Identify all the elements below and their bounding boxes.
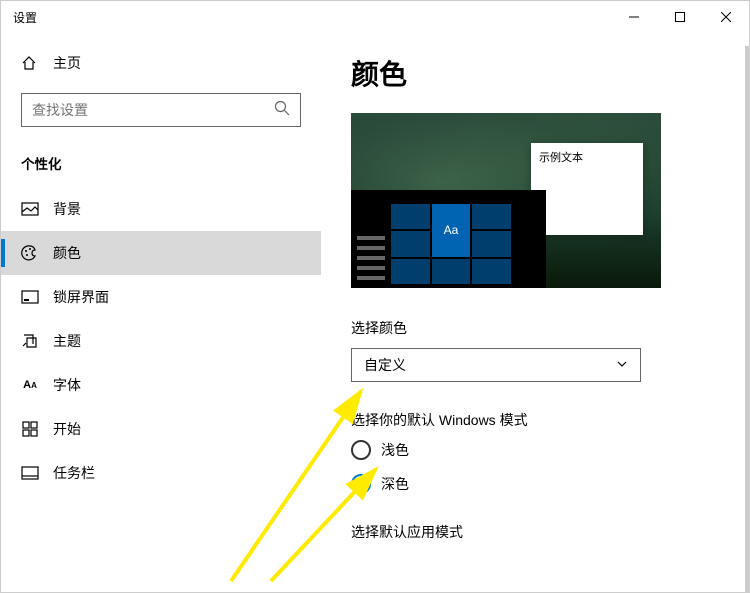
sidebar-item-color[interactable]: 颜色 <box>1 231 321 275</box>
sidebar-item-label: 任务栏 <box>53 463 95 483</box>
preview-taskbar: Aa <box>351 190 546 288</box>
sidebar-item-background[interactable]: 背景 <box>1 187 321 231</box>
color-preview: 示例文本 Aa <box>351 113 661 288</box>
preview-accent-tile: Aa <box>432 204 471 257</box>
maximize-button[interactable] <box>657 1 703 33</box>
sidebar-item-font[interactable]: AA 字体 <box>1 363 321 407</box>
radio-label: 浅色 <box>381 440 409 460</box>
sidebar-item-label: 开始 <box>53 419 81 439</box>
dropdown-value: 自定义 <box>364 355 406 375</box>
window-controls <box>611 1 749 33</box>
home-link[interactable]: 主页 <box>1 45 321 81</box>
color-choice-dropdown[interactable]: 自定义 <box>351 348 641 382</box>
start-icon <box>21 420 39 438</box>
search-input[interactable] <box>32 102 274 118</box>
theme-icon <box>21 332 39 350</box>
preview-sample-window: 示例文本 <box>531 143 643 235</box>
radio-dark-mode[interactable]: 深色 <box>351 474 719 494</box>
scrollbar[interactable] <box>745 46 749 592</box>
sidebar-item-taskbar[interactable]: 任务栏 <box>1 451 321 495</box>
titlebar: 设置 <box>1 1 749 33</box>
taskbar-icon <box>21 464 39 482</box>
font-icon: AA <box>21 379 39 391</box>
home-icon <box>21 55 39 71</box>
radio-icon <box>351 440 371 460</box>
image-icon <box>21 200 39 218</box>
radio-icon <box>351 474 371 494</box>
sidebar-item-label: 主题 <box>53 331 81 351</box>
sidebar-item-label: 字体 <box>53 375 81 395</box>
home-label: 主页 <box>53 53 81 73</box>
sidebar-item-label: 背景 <box>53 199 81 219</box>
search-icon <box>274 100 290 121</box>
sidebar-item-label: 颜色 <box>53 243 81 263</box>
search-box[interactable] <box>21 93 301 127</box>
close-button[interactable] <box>703 1 749 33</box>
lockscreen-icon <box>21 288 39 306</box>
sidebar-item-lockscreen[interactable]: 锁屏界面 <box>1 275 321 319</box>
section-title: 个性化 <box>1 147 321 187</box>
minimize-button[interactable] <box>611 1 657 33</box>
color-choice-label: 选择颜色 <box>351 318 719 338</box>
sidebar-item-theme[interactable]: 主题 <box>1 319 321 363</box>
radio-label: 深色 <box>381 474 409 494</box>
windows-mode-label: 选择你的默认 Windows 模式 <box>351 410 719 430</box>
page-title: 颜色 <box>351 53 719 93</box>
radio-light-mode[interactable]: 浅色 <box>351 440 719 460</box>
chevron-down-icon <box>616 358 628 373</box>
window-title: 设置 <box>13 9 37 26</box>
sidebar: 主页 个性化 背景 颜色 锁 <box>1 33 321 592</box>
main-content: 颜色 示例文本 Aa <box>321 33 749 592</box>
sidebar-item-label: 锁屏界面 <box>53 287 109 307</box>
app-mode-label: 选择默认应用模式 <box>351 522 719 542</box>
sidebar-item-start[interactable]: 开始 <box>1 407 321 451</box>
palette-icon <box>21 244 39 262</box>
